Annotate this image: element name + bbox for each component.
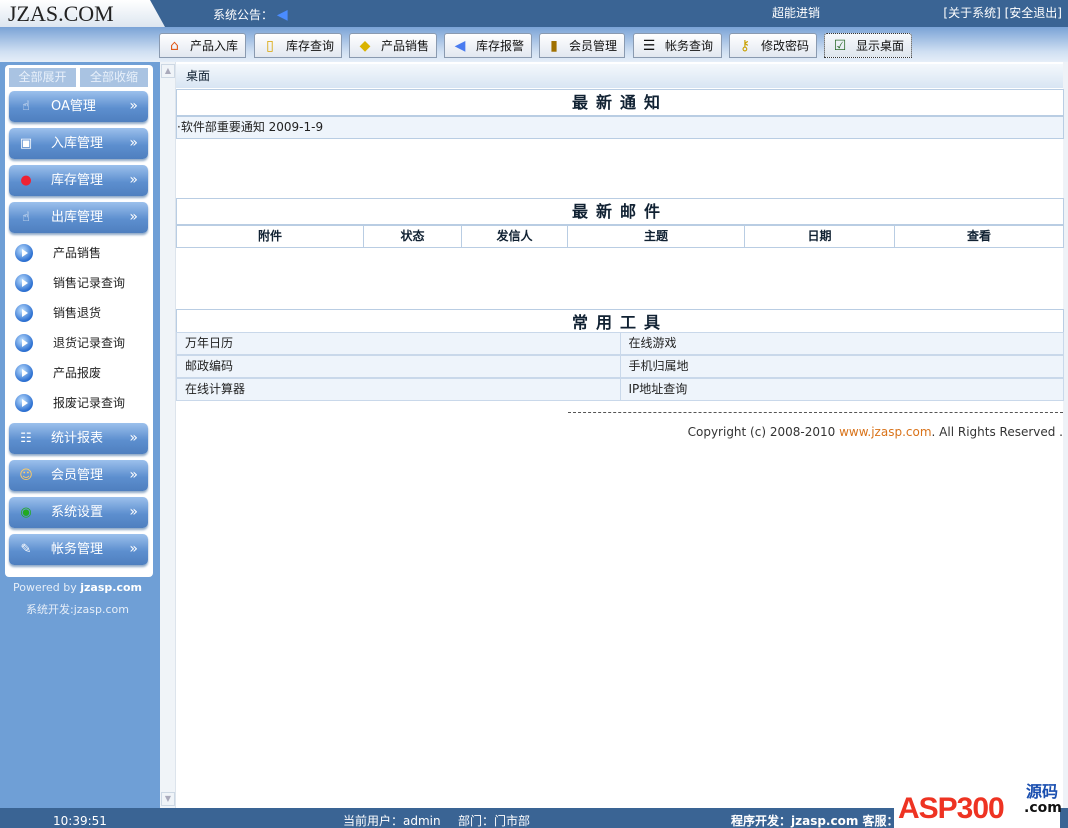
house-icon: ⌂ xyxy=(170,37,179,54)
play-icon xyxy=(15,334,33,352)
copyright: Copyright (c) 2008-2010 www.jzasp.com. A… xyxy=(687,425,1063,439)
toolbar-stock-alert[interactable]: ◀ 库存报警 xyxy=(444,33,532,58)
keys-icon: ⚷ xyxy=(739,37,751,54)
menu-stock-out[interactable]: ☝ 出库管理» xyxy=(9,202,148,233)
top-bar: JZAS.COM 系统公告： ◀︎ 超能进销 [关于系统] [安全退出] xyxy=(0,0,1068,27)
notice-item[interactable]: ·软件部重要通知 2009-1-9 xyxy=(176,116,1064,139)
menu-oa[interactable]: ☝ OA管理» xyxy=(9,91,148,122)
powered-by: Powered by jzasp.com xyxy=(12,581,142,594)
toolbar-product-sale[interactable]: ◆ 产品销售 xyxy=(349,33,437,58)
col-sender: 发信人 xyxy=(462,226,568,247)
about-link[interactable]: [关于系统] xyxy=(943,6,1000,20)
toolbar-stock-query[interactable]: ▯ 库存查询 xyxy=(254,33,342,58)
chevron-right-icon: » xyxy=(129,430,138,446)
tools-row: 在线计算器 IP地址查询 xyxy=(176,378,1064,401)
right-scrollbar[interactable] xyxy=(1063,62,1068,808)
system-notice: 系统公告： ◀︎ xyxy=(213,6,288,23)
col-subject: 主题 xyxy=(568,226,745,247)
chevron-right-icon: » xyxy=(129,541,138,557)
hand-icon: ☝ xyxy=(22,210,30,225)
tool-ip-lookup[interactable]: IP地址查询 xyxy=(621,379,1064,400)
book-icon: ▯ xyxy=(266,37,274,54)
toolbar-change-password[interactable]: ⚷ 修改密码 xyxy=(729,33,817,58)
scroll-up-icon[interactable]: ▲ xyxy=(161,64,175,78)
developer-info: 程序开发：jzasp.com 客服： xyxy=(731,814,899,828)
menu-reports[interactable]: ☷ 统计报表» xyxy=(9,423,148,454)
notice-label: 系统公告： xyxy=(213,8,274,22)
main-content: ▲ ▼ 桌面 最新通知 ·软件部重要通知 2009-1-9 最新邮件 附件 状态 … xyxy=(160,62,1068,808)
tag-icon: ◆ xyxy=(359,37,371,54)
tool-calendar[interactable]: 万年日历 xyxy=(177,333,621,354)
tool-mobile-location[interactable]: 手机归属地 xyxy=(621,356,1064,377)
chevron-right-icon: » xyxy=(129,135,138,151)
toolbar: ⌂ 产品入库 ▯ 库存查询 ◆ 产品销售 ◀ 库存报警 ▮ 会员管理 ☰ 帐务查询 ⚷ 修改密… xyxy=(0,27,1068,62)
pen-icon: ✎ xyxy=(20,542,32,557)
mail-table-header: 附件 状态 发信人 主题 日期 查看 xyxy=(176,225,1064,248)
copyright-link[interactable]: www.jzasp.com xyxy=(839,425,931,439)
list-icon: ☷ xyxy=(20,431,32,446)
logo: JZAS.COM xyxy=(0,0,165,27)
clipboard-icon: ☰ xyxy=(642,37,656,54)
toolbar-account-query[interactable]: ☰ 帐务查询 xyxy=(633,33,722,58)
col-date: 日期 xyxy=(745,226,895,247)
play-icon xyxy=(15,274,33,292)
mail-title: 最新邮件 xyxy=(176,198,1064,225)
smiley-icon: ☺ xyxy=(19,468,33,483)
toolbar-show-desktop[interactable]: ☑ 显示桌面 xyxy=(824,33,912,58)
play-icon xyxy=(15,394,33,412)
tools-row: 邮政编码 手机归属地 xyxy=(176,355,1064,378)
clock: 10:39:51 xyxy=(53,814,107,828)
department: 部门：门市部 xyxy=(458,814,531,828)
menu-members[interactable]: ☺ 会员管理» xyxy=(9,460,148,491)
scroll-down-icon[interactable]: ▼ xyxy=(161,792,175,806)
breadcrumb: 桌面 xyxy=(176,64,1063,88)
tools-row: 万年日历 在线游戏 xyxy=(176,332,1064,355)
collapse-all-button[interactable]: 全部收缩 xyxy=(80,68,148,87)
asp300-watermark: ASP300 源码 .com xyxy=(894,774,1062,828)
speaker-icon: ◀ xyxy=(454,37,466,54)
play-icon xyxy=(15,304,33,322)
vertical-scrollbar[interactable]: ▲ ▼ xyxy=(160,62,176,808)
developer-credit: 系统开发:jzasp.com xyxy=(26,603,129,616)
chevron-right-icon: » xyxy=(129,209,138,225)
expand-all-button[interactable]: 全部展开 xyxy=(9,68,76,87)
system-name: 超能进销 xyxy=(772,6,821,20)
tool-online-games[interactable]: 在线游戏 xyxy=(621,333,1064,354)
menu-inventory[interactable]: ● 库存管理» xyxy=(9,165,148,196)
menu-accounts[interactable]: ✎ 帐务管理» xyxy=(9,534,148,565)
toolbar-product-in[interactable]: ⌂ 产品入库 xyxy=(159,33,246,58)
chevron-right-icon: » xyxy=(129,98,138,114)
menu-settings[interactable]: ◉ 系统设置» xyxy=(9,497,148,528)
member-icon: ▮ xyxy=(550,37,558,54)
chevron-right-icon: » xyxy=(129,172,138,188)
menu-stock-in[interactable]: ▣ 入库管理» xyxy=(9,128,148,159)
speaker-icon[interactable]: ◀︎ xyxy=(277,7,288,23)
play-icon xyxy=(15,364,33,382)
divider xyxy=(568,412,1063,413)
toolbar-member[interactable]: ▮ 会员管理 xyxy=(539,33,625,58)
chevron-right-icon: » xyxy=(129,504,138,520)
image-add-icon: ▣ xyxy=(19,136,33,151)
sidebar: 全部展开 全部收缩 ☝ OA管理» ▣ 入库管理» ● 库存管理» ☝ 出库管理» 产品… xyxy=(5,65,153,577)
chevron-right-icon: » xyxy=(129,467,138,483)
col-status: 状态 xyxy=(364,226,462,247)
logout-link[interactable]: [安全退出] xyxy=(1005,6,1062,20)
shapes-icon: ● xyxy=(20,173,32,188)
notice-title: 最新通知 xyxy=(176,89,1064,116)
desktop-icon: ☑ xyxy=(833,37,847,54)
current-user: 当前用户：admin xyxy=(343,814,441,828)
play-icon xyxy=(15,244,33,262)
tool-calculator[interactable]: 在线计算器 xyxy=(177,379,621,400)
hand-icon: ☝ xyxy=(22,99,30,114)
col-attachment: 附件 xyxy=(177,226,364,247)
powered-site: jzasp.com xyxy=(80,581,142,594)
tool-postcode[interactable]: 邮政编码 xyxy=(177,356,621,377)
globe-icon: ◉ xyxy=(20,505,32,520)
col-view: 查看 xyxy=(966,229,991,243)
